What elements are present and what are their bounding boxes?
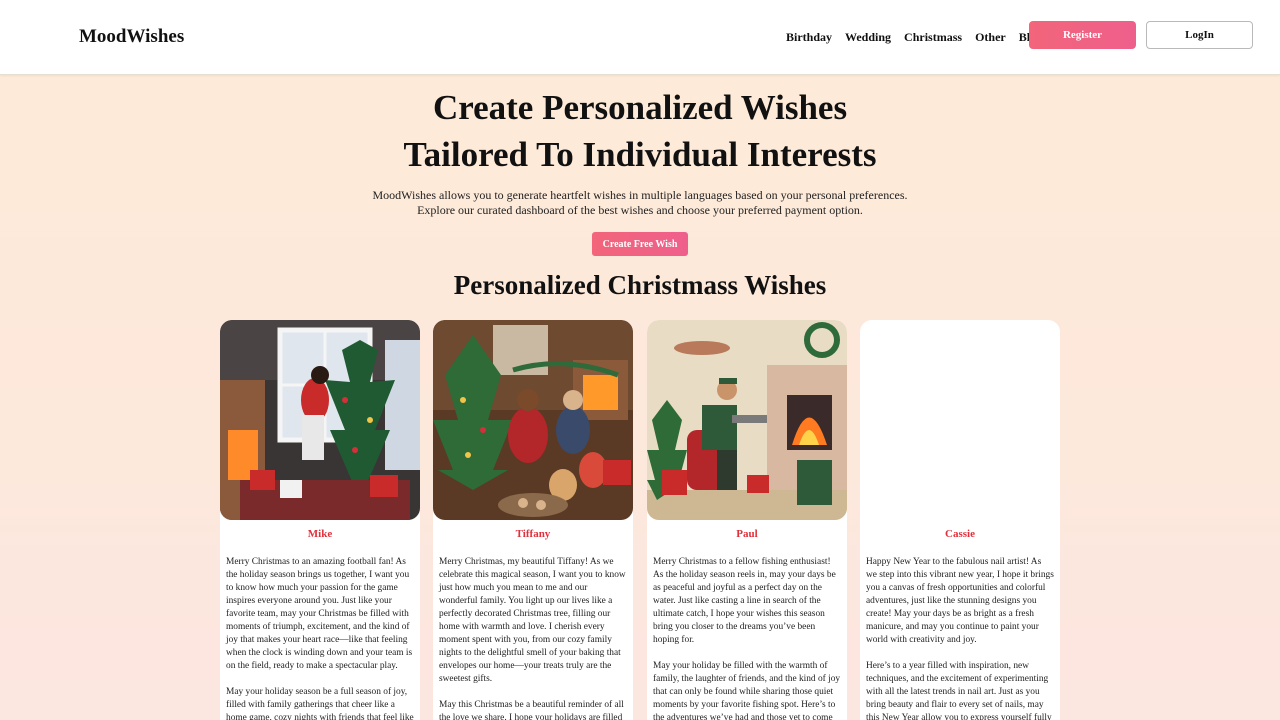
wish-card-cassie[interactable]: Cassie Happy New Year to the fabulous na… xyxy=(860,320,1060,720)
section-title: Personalized Christmass Wishes xyxy=(453,270,827,300)
nav-link-birthday[interactable]: Birthday xyxy=(786,30,832,45)
nav-link-other[interactable]: Other xyxy=(975,30,1006,45)
card-wish-text: Merry Christmas to an amazing football f… xyxy=(220,556,420,720)
register-button[interactable]: Register xyxy=(1029,21,1136,49)
christmas-family-illustration xyxy=(433,320,633,520)
wish-card-mike[interactable]: Mike Merry Christmas to an amazing footb… xyxy=(220,320,420,720)
wish-paragraph: Here’s to a year filled with inspiration… xyxy=(866,661,1052,720)
card-image-placeholder xyxy=(860,320,1060,520)
card-wish-text: Merry Christmas, my beautiful Tiffany! A… xyxy=(433,556,633,720)
card-image xyxy=(433,320,633,520)
hero-description: MoodWishes allows you to generate heartf… xyxy=(0,188,1280,218)
wish-paragraph: Happy New Year to the fabulous nail arti… xyxy=(866,557,1054,645)
wish-paragraph: Merry Christmas, my beautiful Tiffany! A… xyxy=(439,557,626,684)
christmas-football-illustration xyxy=(220,320,420,520)
card-recipient-name: Mike xyxy=(307,528,333,540)
nav-link-christmass[interactable]: Christmass xyxy=(904,30,962,45)
nav-link-wedding[interactable]: Wedding xyxy=(845,30,891,45)
main-nav: Birthday Wedding Christmass Other Blog xyxy=(786,30,1042,45)
card-wish-text: Merry Christmas to a fellow fishing enth… xyxy=(647,556,847,720)
hero-desc-line2: Explore our curated dashboard of the bes… xyxy=(417,203,863,217)
card-wish-text: Happy New Year to the fabulous nail arti… xyxy=(860,556,1060,720)
hero-title-line2: Tailored To Individual Interests xyxy=(403,135,877,174)
hero-title: Create Personalized Wishes Tailored To I… xyxy=(0,84,1280,178)
top-navbar: MoodWishes Birthday Wedding Christmass O… xyxy=(0,0,1280,75)
card-recipient-name: Cassie xyxy=(945,528,975,540)
wish-paragraph: Merry Christmas to an amazing football f… xyxy=(226,557,413,671)
card-image xyxy=(647,320,847,520)
hero-desc-line1: MoodWishes allows you to generate heartf… xyxy=(372,188,908,202)
card-recipient-name: Paul xyxy=(736,528,758,540)
card-image xyxy=(220,320,420,520)
hero-title-line1: Create Personalized Wishes xyxy=(432,88,848,127)
create-free-wish-button[interactable]: Create Free Wish xyxy=(592,232,688,256)
christmas-fishing-illustration xyxy=(647,320,847,520)
login-button[interactable]: LogIn xyxy=(1146,21,1253,49)
wish-card-tiffany[interactable]: Tiffany Merry Christmas, my beautiful Ti… xyxy=(433,320,633,720)
wish-card-paul[interactable]: Paul Merry Christmas to a fellow fishing… xyxy=(647,320,847,720)
wish-paragraph: May this Christmas be a beautiful remind… xyxy=(439,700,624,720)
wish-paragraph: May your holiday be filled with the warm… xyxy=(653,661,841,720)
site-logo[interactable]: MoodWishes xyxy=(79,26,184,48)
wish-paragraph: May your holiday season be a full season… xyxy=(226,687,414,720)
wish-paragraph: Merry Christmas to a fellow fishing enth… xyxy=(653,557,836,645)
card-recipient-name: Tiffany xyxy=(515,528,551,540)
